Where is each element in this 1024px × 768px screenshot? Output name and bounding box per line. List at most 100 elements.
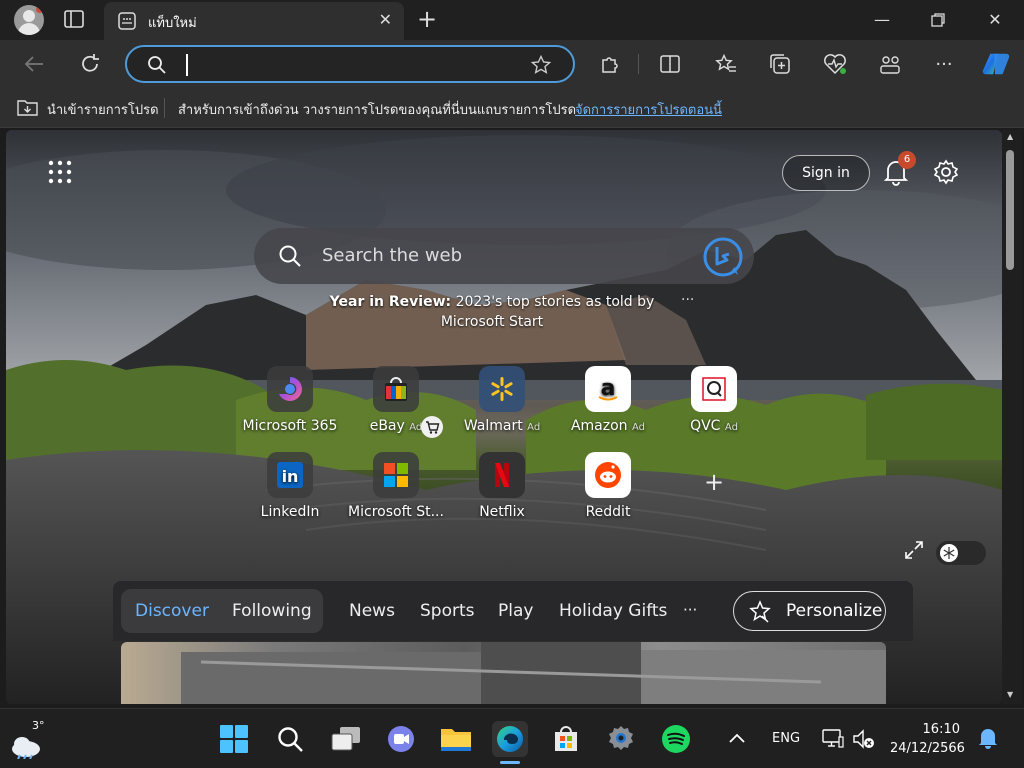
split-screen-icon[interactable]	[656, 50, 684, 78]
svg-text:in: in	[282, 467, 299, 486]
ad-label: Ad	[632, 422, 646, 433]
manage-favorites-link[interactable]: จัดการรายการโปรดตอนนี้	[575, 99, 722, 120]
scrollbar-thumb[interactable]	[1006, 150, 1014, 270]
quick-link-amazon[interactable]: a Amazon Ad	[560, 366, 656, 434]
browser-essentials-icon[interactable]	[821, 50, 849, 78]
tab-actions-icon[interactable]	[64, 10, 84, 28]
settings-app-icon[interactable]	[603, 721, 639, 757]
quick-link-label: Microsoft 365	[242, 418, 338, 434]
settings-gear-icon[interactable]	[932, 158, 960, 186]
sign-in-button[interactable]: Sign in	[782, 155, 870, 191]
minimize-button[interactable]: —	[862, 6, 902, 34]
tab-play[interactable]: Play	[498, 601, 533, 621]
expand-icon[interactable]	[904, 540, 924, 560]
feed-card-image[interactable]	[121, 642, 886, 704]
task-view-icon[interactable]	[328, 721, 364, 757]
quick-link-label: Walmart	[463, 418, 523, 434]
year-in-review-label: Year in Review:	[329, 294, 452, 310]
tab-following[interactable]: Following	[232, 601, 312, 621]
bing-chat-icon[interactable]	[702, 236, 744, 282]
new-tab-button[interactable]: +	[414, 6, 440, 32]
network-icon[interactable]	[822, 727, 844, 749]
app-launcher-icon[interactable]	[48, 160, 72, 184]
copilot-icon[interactable]	[982, 50, 1010, 78]
add-quick-link-button[interactable]: +	[704, 468, 724, 496]
collections-icon[interactable]	[766, 50, 794, 78]
quick-link-label: eBay	[369, 418, 405, 434]
quick-link-microsoft-365[interactable]: Microsoft 365	[242, 366, 338, 434]
quick-link-label: LinkedIn	[260, 504, 320, 520]
linkedin-icon: in	[267, 452, 313, 498]
favorite-star-icon[interactable]	[530, 54, 552, 79]
feed-more-icon[interactable]: ···	[683, 601, 697, 619]
microsoft-365-icon	[267, 366, 313, 412]
extensions-icon[interactable]	[596, 50, 624, 78]
tab-new-tab[interactable]: แท็บใหม่ ✕	[104, 2, 404, 40]
weather-temperature: 3°	[32, 719, 45, 732]
active-app-indicator	[500, 761, 520, 764]
personalize-button[interactable]: Personalize	[733, 591, 886, 631]
quick-link-linkedin[interactable]: in LinkedIn	[242, 452, 338, 520]
quick-link-qvc[interactable]: QVC Ad	[666, 366, 762, 434]
headline-more-icon[interactable]: ···	[681, 292, 694, 308]
workspaces-icon[interactable]	[876, 50, 904, 78]
input-language[interactable]: ENG	[772, 731, 800, 746]
tab-holiday-gifts[interactable]: Holiday Gifts	[559, 601, 667, 621]
web-search-box[interactable]: Search the web	[254, 228, 754, 284]
address-bar[interactable]	[125, 45, 575, 83]
taskbar-search-icon[interactable]	[272, 721, 308, 757]
quick-link-label: Microsoft St...	[348, 504, 444, 520]
quick-link-walmart[interactable]: Walmart Ad	[454, 366, 550, 434]
start-button[interactable]	[216, 721, 252, 757]
quick-link-netflix[interactable]: Netflix	[454, 452, 550, 520]
notification-center-bell-icon[interactable]	[978, 727, 1000, 751]
microsoft-store-icon	[373, 452, 419, 498]
import-favorites-icon[interactable]	[17, 97, 39, 121]
quick-link-ebay[interactable]: eBay Ad	[348, 366, 444, 438]
search-icon	[147, 55, 167, 79]
spotify-icon[interactable]	[658, 721, 694, 757]
import-favorites-link[interactable]: นำเข้ารายการโปรด	[47, 99, 159, 120]
shopping-cart-icon[interactable]	[421, 416, 443, 438]
favorites-bar-hint: สำหรับการเข้าถึงด่วน วางรายการโปรดของคุณ…	[178, 103, 577, 118]
tab-title: แท็บใหม่	[148, 16, 197, 31]
netflix-icon	[479, 452, 525, 498]
volume-muted-icon[interactable]	[852, 728, 876, 750]
tab-close-icon[interactable]: ✕	[379, 10, 392, 29]
file-explorer-icon[interactable]	[438, 721, 474, 757]
favorites-bar: นำเข้ารายการโปรด สำหรับการเข้าถึงด่วน วา…	[0, 88, 1024, 128]
system-clock[interactable]: 16:10 24/12/2566	[890, 720, 965, 758]
text-cursor	[186, 54, 188, 76]
new-tab-page: Sign in 6 Search the web Year in Review:…	[6, 130, 1002, 704]
favorites-bar-divider	[164, 98, 165, 118]
close-window-button[interactable]: ✕	[975, 6, 1015, 34]
more-options-icon[interactable]: ···	[930, 50, 958, 78]
address-input[interactable]	[179, 54, 509, 76]
teams-chat-icon[interactable]	[383, 721, 419, 757]
tab-sports[interactable]: Sports	[420, 601, 475, 621]
show-hidden-icons-chevron[interactable]	[728, 729, 748, 749]
notification-badge: 6	[898, 151, 916, 169]
search-icon	[278, 244, 302, 272]
scroll-down-arrow[interactable]: ▼	[1007, 690, 1013, 699]
page-scrollbar[interactable]: ▲ ▼	[1002, 130, 1022, 704]
quick-link-label: Amazon	[570, 418, 628, 434]
tab-discover[interactable]: Discover	[135, 601, 209, 621]
profile-avatar[interactable]	[14, 5, 44, 35]
tab-news[interactable]: News	[349, 601, 395, 621]
maximize-button[interactable]	[918, 6, 958, 34]
scroll-up-arrow[interactable]: ▲	[1007, 132, 1013, 141]
refresh-button[interactable]	[76, 50, 104, 78]
tab-bar: แท็บใหม่ ✕ + — ✕	[0, 0, 1024, 40]
microsoft-store-taskbar-icon[interactable]	[548, 721, 584, 757]
favorites-icon[interactable]	[712, 50, 740, 78]
quick-link-microsoft-store[interactable]: Microsoft St...	[348, 452, 444, 520]
weather-widget[interactable]: 3°	[10, 717, 54, 761]
feed-navigation: Discover Following News Sports Play Holi…	[113, 581, 913, 641]
quick-link-reddit[interactable]: Reddit	[560, 452, 656, 520]
year-in-review-headline[interactable]: Year in Review: 2023's top stories as to…	[302, 292, 682, 332]
theme-toggle[interactable]	[936, 541, 986, 565]
snowflake-icon	[940, 544, 958, 562]
back-button[interactable]	[20, 50, 48, 78]
edge-browser-icon[interactable]	[492, 721, 528, 757]
